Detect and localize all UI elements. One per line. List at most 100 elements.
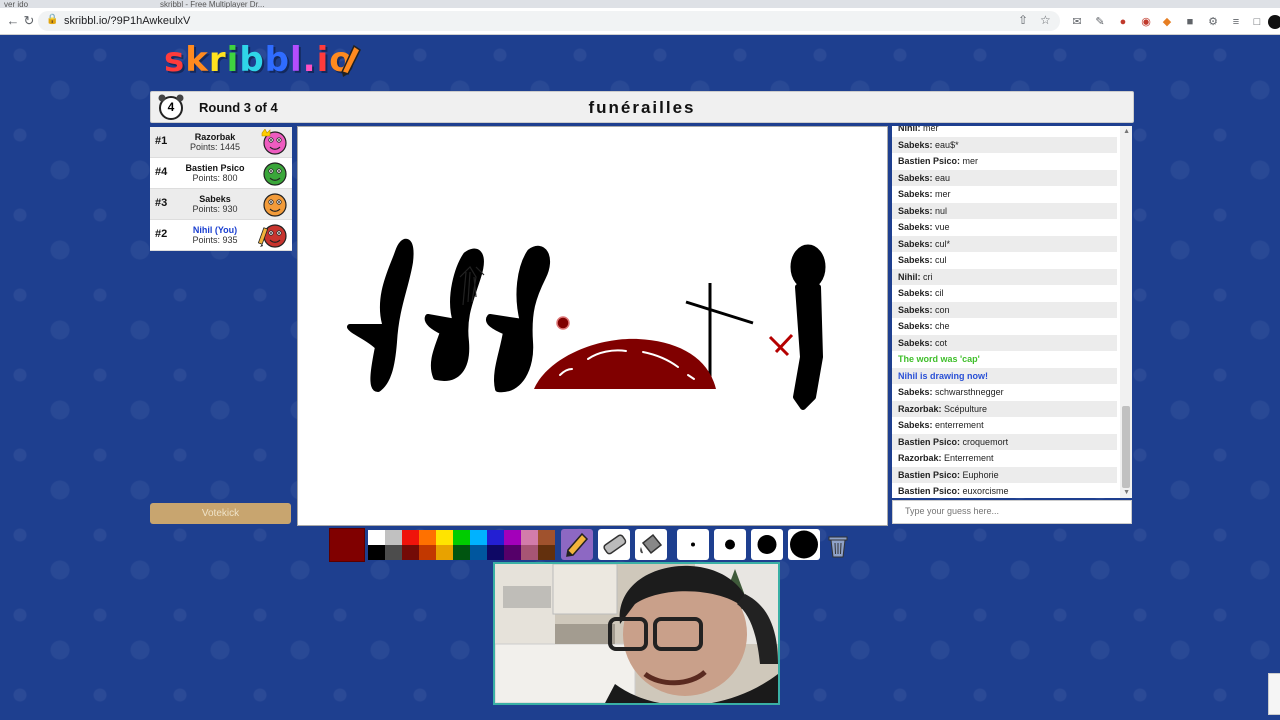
chat-username: Sabeks: [898,288,933,298]
color-swatch[interactable] [436,530,453,545]
clear-canvas-button[interactable] [822,529,854,560]
player-row[interactable]: #4 Bastien Psico Points: 800 [150,158,292,189]
tab-label: ver ido [4,0,29,8]
color-swatch[interactable] [521,545,538,560]
chat-username: Sabeks: [898,222,933,232]
color-swatch[interactable] [487,545,504,560]
brush-size-small[interactable] [677,529,709,560]
color-swatch[interactable] [538,530,555,545]
votekick-button[interactable]: Votekick [150,503,291,524]
chat-message: Razorbak: Enterrement [892,450,1117,467]
reading-list-icon[interactable]: ≡ [1229,15,1243,29]
color-swatch[interactable] [402,530,419,545]
chat-message: Sabeks: cot [892,334,1117,351]
scroll-down-icon[interactable]: ▼ [1123,489,1130,496]
browser-tab-strip: ver ido skribbl - Free Multiplayer Dr... [0,0,1280,8]
color-swatch[interactable] [402,545,419,560]
color-swatch[interactable] [470,530,487,545]
chat-message: Bastien Psico: euxorcisme [892,483,1117,498]
color-palette[interactable] [368,530,555,560]
chat-text: che [935,321,950,331]
trash-icon [828,536,848,558]
reload-icon[interactable]: ↻ [20,12,38,30]
color-swatch[interactable] [487,530,504,545]
drawing-canvas[interactable] [297,126,888,526]
extension-icon[interactable]: ● [1116,15,1130,29]
chat-scrollbar[interactable]: ▲ ▼ [1120,126,1132,498]
chat-log[interactable]: Nihil: mer Sabeks: eau$* Bastien Psico: me… [892,126,1132,498]
brush-size-large[interactable] [751,529,783,560]
logo-letter: b [264,40,290,80]
round-header: 4 Round 3 of 4 funérailles [150,91,1134,123]
color-swatch[interactable] [385,530,402,545]
canvas-drawing [347,238,826,410]
player-rank: #2 [155,228,168,240]
chat-message: The word was 'cap' [892,351,1117,368]
scroll-up-icon[interactable]: ▲ [1123,128,1130,135]
extension-icon[interactable]: ✎ [1093,15,1107,29]
color-swatch[interactable] [436,545,453,560]
brush-size-medium[interactable] [714,529,746,560]
extension-icon[interactable]: ◉ [1139,15,1153,29]
guess-input[interactable] [903,505,1127,517]
color-swatch[interactable] [504,545,521,560]
color-swatch[interactable] [538,545,555,560]
bookmark-star-icon[interactable]: ☆ [1040,13,1051,27]
chat-username: Sabeks: [898,189,933,199]
player-row[interactable]: #1 Razorbak Points: 1445 [150,127,292,158]
scroll-thumb[interactable] [1122,406,1130,488]
chat-text: eau [935,172,951,183]
chat-system-text: Nihil is drawing now! [898,370,988,381]
chat-message: Nihil: cri [892,268,1117,285]
window-icon[interactable]: □ [1250,15,1264,29]
player-rank: #1 [155,135,168,147]
chat-message: Nihil is drawing now! [892,367,1117,384]
logo-letter: l [290,40,303,80]
player-row[interactable]: #3 Sabeks Points: 930 [150,189,292,220]
avatar[interactable] [1268,15,1280,29]
share-icon[interactable]: ⇧ [1018,13,1028,27]
player-avatar [263,162,287,186]
chat-username: Bastien Psico: [898,436,961,447]
pen-tool-button[interactable] [561,529,593,560]
chat-message: Bastien Psico: croquemort [892,433,1117,450]
chat-message: Sabeks: cil [892,285,1117,302]
brush-size-xlarge[interactable] [788,529,820,560]
color-swatch[interactable] [453,530,470,545]
color-swatch[interactable] [470,545,487,560]
chat-text: cul* [935,238,951,249]
chat-username: Sabeks: [898,420,933,430]
color-swatch[interactable] [453,545,470,560]
color-swatch[interactable] [419,530,436,545]
player-points: Points: 935 [192,235,238,245]
color-swatch[interactable] [368,545,385,560]
player-row[interactable]: #2 Nihil (You) Points: 935 [150,220,292,251]
color-swatch[interactable] [368,530,385,545]
fill-tool-button[interactable] [635,529,667,560]
player-name: Sabeks [199,194,231,204]
mail-icon[interactable]: ✉ [1070,15,1084,29]
guess-input-box[interactable] [892,500,1132,524]
eraser-tool-button[interactable] [598,529,630,560]
puzzle-icon[interactable]: ⚙ [1206,15,1220,29]
chat-text: mer [962,156,979,166]
chat-message: Sabeks: enterrement [892,417,1117,434]
chat-text: nul [935,205,948,216]
address-bar[interactable]: 🔒 skribbl.io/?9P1hAwkeulxV ⇧ ☆ [38,11,1060,31]
chat-message: Sabeks: eau [892,169,1117,186]
color-swatch[interactable] [385,545,402,560]
chat-text: Euphorie [962,469,999,480]
browser-tab[interactable]: ver ido [4,0,114,8]
pencil-icon [566,532,589,557]
logo-letter: i [226,40,240,80]
color-swatch[interactable] [504,530,521,545]
color-swatch[interactable] [419,545,436,560]
extension-icon[interactable]: ■ [1183,15,1197,29]
color-swatch[interactable] [521,530,538,545]
browser-tab[interactable]: skribbl - Free Multiplayer Dr... [160,0,320,8]
chat-message: Bastien Psico: Euphorie [892,466,1117,483]
metamask-icon[interactable]: ◆ [1160,15,1174,29]
player-rank: #4 [155,166,168,178]
chat-text: mer [923,126,939,133]
chat-username: Nihil: [898,126,921,133]
